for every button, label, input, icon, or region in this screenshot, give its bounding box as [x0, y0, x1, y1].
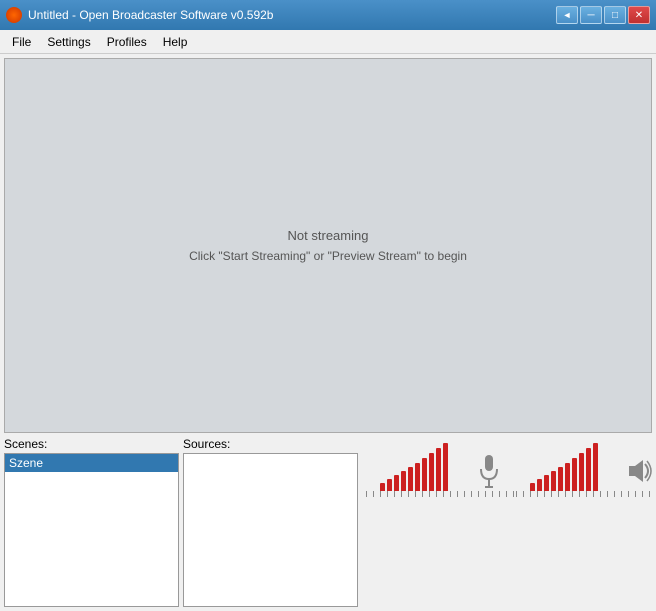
- microphone-icon: [475, 451, 503, 491]
- scenes-panel: Scenes: Szene: [4, 437, 179, 607]
- vu-meters: [362, 439, 656, 491]
- maximize-button[interactable]: □: [604, 6, 626, 24]
- vu-left: [380, 443, 448, 491]
- vu-bar: [586, 448, 591, 491]
- preview-area: Not streaming Click "Start Streaming" or…: [4, 58, 652, 433]
- window-controls: ◄ ─ □ ✕: [556, 6, 650, 24]
- status-instructions: Click "Start Streaming" or "Preview Stre…: [189, 249, 467, 263]
- menu-profiles[interactable]: Profiles: [99, 33, 155, 51]
- vu-bar: [579, 453, 584, 491]
- vu-bar: [415, 463, 420, 491]
- scene-item[interactable]: Szene: [5, 454, 178, 472]
- vu-bar: [380, 483, 385, 491]
- vu-bar: [593, 443, 598, 491]
- window-title: Untitled - Open Broadcaster Software v0.…: [28, 8, 556, 22]
- vu-bar: [530, 483, 535, 491]
- vu-bar: [443, 443, 448, 491]
- menu-help[interactable]: Help: [155, 33, 196, 51]
- vu-bar: [387, 479, 392, 491]
- vu-bar: [544, 475, 549, 491]
- app-icon: [6, 7, 22, 23]
- title-bar: Untitled - Open Broadcaster Software v0.…: [0, 0, 656, 30]
- vu-scale: [362, 491, 656, 497]
- menu-bar: File Settings Profiles Help: [0, 30, 656, 54]
- scenes-label: Scenes:: [4, 437, 179, 451]
- vu-bar: [394, 475, 399, 491]
- vu-bar: [537, 479, 542, 491]
- sources-label: Sources:: [183, 437, 358, 451]
- minimize-button[interactable]: ─: [580, 6, 602, 24]
- vu-bar: [572, 458, 577, 491]
- vu-right: [530, 443, 598, 491]
- vu-bar: [551, 471, 556, 491]
- vu-bar: [422, 458, 427, 491]
- vu-bar: [401, 471, 406, 491]
- back-button[interactable]: ◄: [556, 6, 578, 24]
- vu-area: [362, 437, 656, 607]
- close-button[interactable]: ✕: [628, 6, 650, 24]
- menu-settings[interactable]: Settings: [39, 33, 98, 51]
- vu-bar: [408, 467, 413, 491]
- vu-bar: [429, 453, 434, 491]
- status-not-streaming: Not streaming: [288, 228, 369, 243]
- vu-bar: [565, 463, 570, 491]
- sources-list[interactable]: [183, 453, 358, 607]
- sources-panel: Sources:: [183, 437, 358, 607]
- speaker-icon: [625, 451, 653, 491]
- vu-bar: [436, 448, 441, 491]
- vu-bar: [558, 467, 563, 491]
- menu-file[interactable]: File: [4, 33, 39, 51]
- scenes-list[interactable]: Szene: [4, 453, 179, 607]
